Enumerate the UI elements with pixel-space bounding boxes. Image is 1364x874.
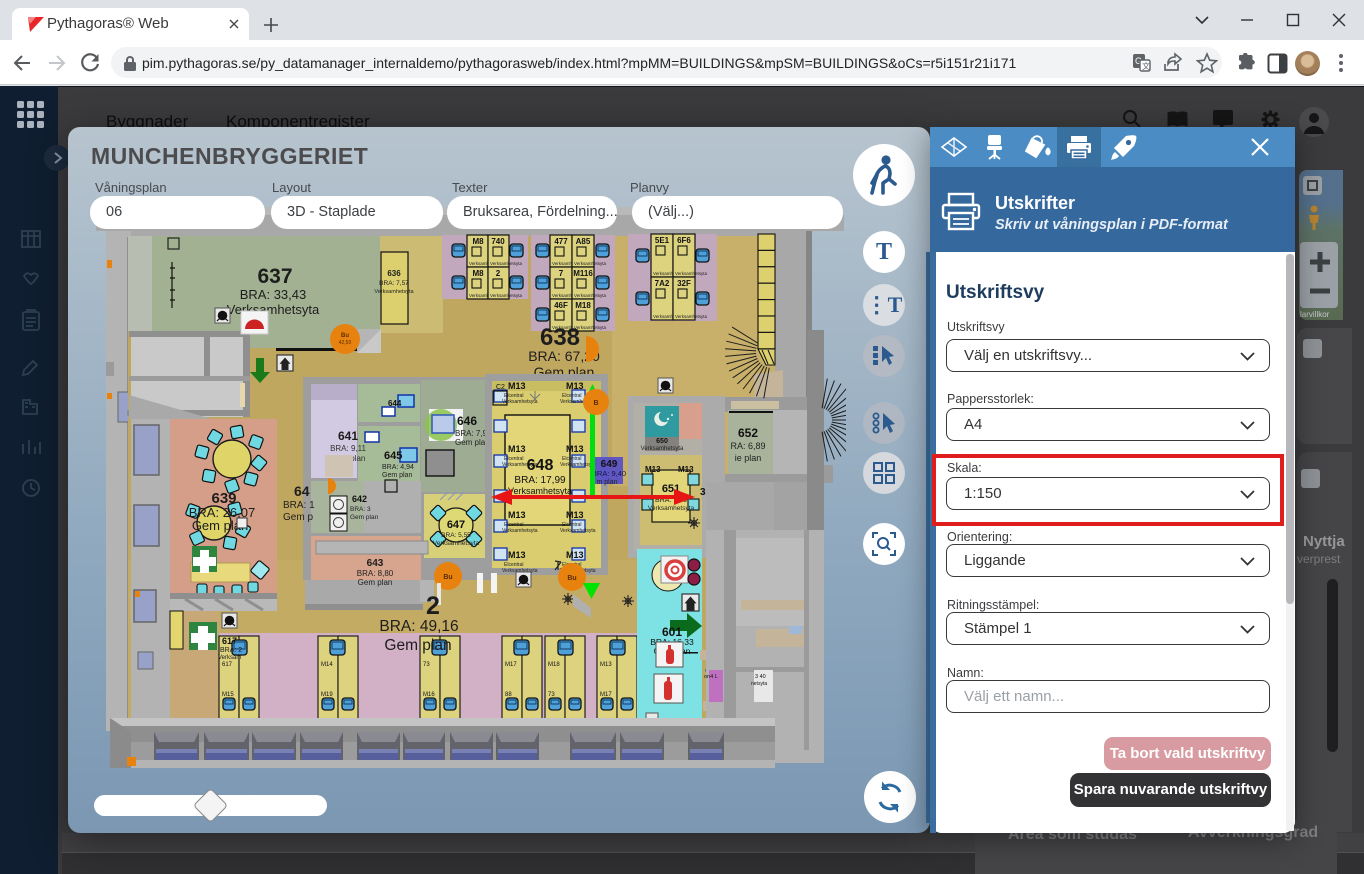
svg-text:617: 617 [222, 662, 233, 668]
svg-text:M13: M13 [566, 510, 584, 520]
svg-text:M18: M18 [575, 301, 591, 310]
svg-text:Bu: Bu [443, 574, 452, 581]
svg-text:B: B [593, 400, 598, 407]
svg-text:Verksamhetsyta: Verksamhetsyta [574, 293, 607, 298]
svg-text:M15: M15 [222, 692, 234, 698]
svg-text:648: 648 [527, 457, 554, 474]
svg-text:3 40: 3 40 [755, 674, 766, 680]
svg-text:2: 2 [426, 592, 440, 620]
svg-text:Gem plan: Gem plan [384, 637, 451, 654]
svg-text:M16: M16 [423, 692, 435, 698]
svg-text:Verksam: Verksam [218, 655, 241, 661]
svg-text:638: 638 [540, 324, 580, 351]
svg-text:636: 636 [387, 269, 401, 278]
svg-text:m plan: m plan [596, 479, 617, 486]
svg-text:M13: M13 [645, 465, 661, 474]
svg-text:M13: M13 [508, 510, 526, 520]
svg-text:88: 88 [505, 692, 512, 698]
svg-text:Gem p: Gem p [283, 512, 313, 523]
svg-text:42,50: 42,50 [339, 340, 352, 346]
svg-text:73: 73 [548, 692, 555, 698]
svg-text:Verksamhetsyta: Verksamhetsyta [508, 486, 572, 496]
svg-text:M18: M18 [548, 662, 560, 668]
svg-text:BRA: 7,57: BRA: 7,57 [379, 280, 409, 287]
svg-text:644: 644 [388, 399, 402, 408]
svg-text:Verksamhetsyta: Verksamhetsyta [560, 528, 596, 534]
svg-text:32F: 32F [677, 279, 691, 288]
svg-text:M13: M13 [566, 381, 584, 391]
svg-text:647: 647 [447, 519, 465, 531]
svg-text:M19: M19 [321, 692, 333, 698]
svg-text:RA: 6,89: RA: 6,89 [730, 441, 765, 451]
svg-text:Bu: Bu [567, 575, 576, 582]
svg-text:M17: M17 [505, 662, 517, 668]
svg-text:BRA: 49,16: BRA: 49,16 [379, 618, 458, 635]
svg-text:M13: M13 [508, 381, 526, 391]
svg-text:64: 64 [294, 483, 310, 499]
svg-text:Verksamhetsyta: Verksamhetsyta [641, 446, 684, 452]
svg-text:Verksamhetsyta: Verksamhetsyta [433, 540, 480, 547]
svg-text:46F: 46F [554, 301, 568, 310]
svg-text:Verksamhetsyta: Verksamhetsyta [675, 314, 708, 319]
svg-text:Verksamhetsyta: Verksamhetsyta [490, 261, 523, 266]
svg-text:BRA: 2: BRA: 2 [220, 647, 242, 654]
svg-text:BRA: 8,80: BRA: 8,80 [357, 569, 394, 578]
svg-text:5E1: 5E1 [655, 236, 670, 245]
svg-text:2: 2 [496, 269, 501, 278]
svg-text:netsyta: netsyta [751, 681, 767, 687]
svg-text:BRA: 17,99: BRA: 17,99 [514, 475, 566, 486]
svg-text:BRA: 4,94: BRA: 4,94 [382, 464, 414, 471]
svg-text:6F6: 6F6 [677, 236, 691, 245]
svg-text:Gem plan: Gem plan [382, 472, 412, 479]
svg-text:642: 642 [352, 494, 367, 504]
svg-text:646: 646 [457, 414, 477, 428]
svg-text:M13: M13 [508, 444, 526, 454]
svg-text:M14: M14 [321, 662, 333, 668]
svg-text:M13: M13 [600, 662, 612, 668]
svg-text:Verksamhetsyta: Verksamhetsyta [374, 289, 414, 295]
svg-text:650: 650 [656, 438, 668, 445]
svg-text:477: 477 [554, 237, 568, 246]
svg-text:Gem plan: Gem plan [358, 578, 393, 587]
svg-text:7: 7 [559, 269, 564, 278]
svg-text:BRA: 9,40: BRA: 9,40 [592, 469, 626, 478]
svg-text:M116: M116 [573, 269, 593, 278]
svg-text:645: 645 [384, 450, 402, 462]
svg-text:BRA: 1: BRA: 1 [283, 500, 315, 511]
svg-text:BRA: 5,55: BRA: 5,55 [441, 532, 471, 539]
svg-text:M8: M8 [472, 269, 484, 278]
svg-text:Verksamhetsyta: Verksamhetsyta [648, 505, 695, 512]
svg-text:ie plan: ie plan [735, 453, 762, 463]
svg-text:641: 641 [338, 429, 358, 443]
svg-text:文: 文 [1142, 61, 1150, 71]
svg-text:on4 L: on4 L [704, 674, 718, 680]
svg-text:C2: C2 [496, 384, 505, 391]
svg-text:637: 637 [257, 265, 292, 288]
svg-text:Gem plan: Gem plan [455, 438, 490, 447]
svg-text:7A2: 7A2 [655, 279, 670, 288]
svg-text:652: 652 [738, 426, 758, 440]
svg-text:Verksamhetsyta: Verksamhetsyta [574, 261, 607, 266]
svg-text:Bu: Bu [341, 333, 349, 339]
svg-text:M13: M13 [566, 444, 584, 454]
svg-text:M13: M13 [678, 465, 694, 474]
svg-text:M13: M13 [508, 550, 526, 560]
svg-text:M8: M8 [472, 237, 484, 246]
svg-text:M17: M17 [600, 692, 612, 698]
svg-text:617: 617 [222, 636, 237, 646]
svg-text:BRA: 33,43: BRA: 33,43 [240, 287, 307, 302]
svg-text:Verksamhetsyta: Verksamhetsyta [502, 528, 538, 534]
svg-text:643: 643 [367, 558, 384, 569]
svg-text:A85: A85 [576, 237, 591, 246]
svg-text:740: 740 [491, 237, 505, 246]
svg-text:Verksamhetsyta: Verksamhetsyta [675, 271, 708, 276]
svg-text:Verksamhetsyta: Verksamhetsyta [490, 293, 523, 298]
svg-text:73: 73 [423, 662, 430, 668]
svg-text:3: 3 [700, 487, 706, 498]
svg-text:M13: M13 [566, 550, 584, 560]
svg-text:BRA: 3: BRA: 3 [350, 506, 371, 513]
svg-text:Gem plan: Gem plan [350, 514, 379, 521]
svg-text:BRA: 9,11: BRA: 9,11 [330, 444, 366, 453]
